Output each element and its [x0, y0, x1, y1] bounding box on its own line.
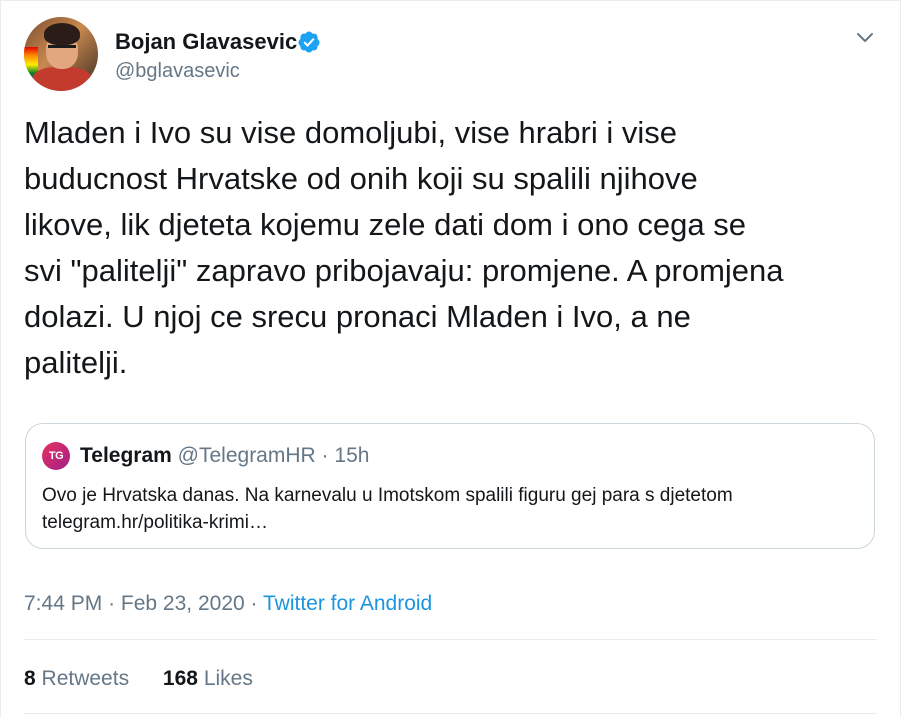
- quoted-author-handle: @TelegramHR: [177, 444, 316, 467]
- quoted-author-name: Telegram: [80, 444, 172, 467]
- verified-badge-icon: [298, 31, 320, 53]
- separator-dot: ·: [321, 444, 329, 467]
- author-handle[interactable]: @bglavasevic: [115, 59, 240, 83]
- quoted-tweet-header: Telegram @TelegramHR · 15h: [80, 444, 369, 468]
- separator-dot: ·: [250, 592, 258, 615]
- avatar-hair-shape: [44, 23, 80, 45]
- tweet-source-link[interactable]: Twitter for Android: [263, 592, 432, 615]
- tweet-date[interactable]: Feb 23, 2020: [121, 592, 245, 615]
- divider: [24, 639, 877, 640]
- avatar-glasses-shape: [48, 45, 76, 55]
- divider: [24, 713, 877, 714]
- author-name[interactable]: Bojan Glavasevic: [115, 29, 297, 55]
- separator-dot: ·: [108, 592, 116, 615]
- avatar-shirt-shape: [32, 67, 92, 91]
- quoted-tweet-text: Ovo je Hrvatska danas. Na karnevalu u Im…: [42, 485, 733, 533]
- quoted-tweet-time: 15h: [334, 444, 370, 467]
- tweet-time[interactable]: 7:44 PM: [24, 592, 102, 615]
- telegram-logo-icon: TG: [42, 442, 70, 470]
- tweet-meta: 7:44 PM · Feb 23, 2020 · Twitter for And…: [24, 591, 432, 617]
- tweet-stats: 8 Retweets 168 Likes: [24, 666, 281, 692]
- quoted-tweet[interactable]: TG Telegram @TelegramHR · 15h Ovo je Hrv…: [25, 423, 875, 549]
- retweets-label: Retweets: [41, 667, 130, 690]
- likes-stat[interactable]: 168 Likes: [163, 667, 253, 690]
- tweet-card: Bojan Glavasevic @bglavasevic Mladen i I…: [0, 0, 901, 717]
- retweets-stat[interactable]: 8 Retweets: [24, 667, 135, 690]
- retweets-count: 8: [24, 667, 36, 690]
- likes-label: Likes: [203, 667, 253, 690]
- chevron-down-icon[interactable]: [853, 25, 877, 49]
- tweet-text: Mladen i Ivo su vise domoljubi, vise hra…: [24, 115, 784, 380]
- likes-count: 168: [162, 667, 198, 690]
- avatar[interactable]: [24, 17, 98, 91]
